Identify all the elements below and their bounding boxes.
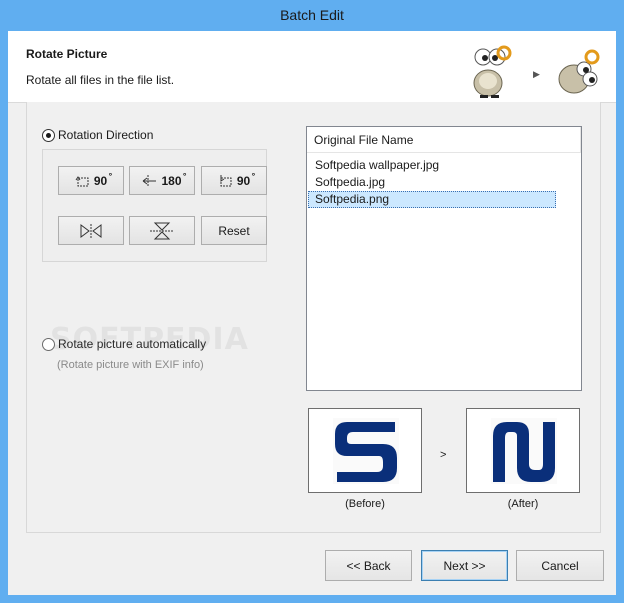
exif-note: (Rotate picture with EXIF info) (57, 359, 204, 371)
logo-before-image (333, 418, 399, 484)
before-label: (Before) (345, 498, 385, 510)
rotate-auto-label: Rotate picture automatically (58, 337, 207, 351)
list-item-selected[interactable]: Softpedia.png (308, 191, 556, 208)
rotation-direction-label: Rotation Direction (58, 128, 154, 142)
mascot-before-icon (473, 45, 512, 98)
arrow-right-icon: ▶ (533, 69, 540, 79)
preview-before (308, 408, 422, 493)
next-button[interactable]: Next >> (421, 550, 508, 581)
radio-indicator[interactable] (42, 128, 55, 142)
rotate-right-label: 90 (237, 171, 256, 188)
window-title: Batch Edit (280, 7, 344, 23)
after-label: (After) (507, 498, 539, 510)
reset-button[interactable]: Reset (201, 216, 267, 245)
list-item[interactable]: Softpedia wallpaper.jpg (308, 157, 556, 174)
rotate-left-label: 90 (94, 171, 113, 188)
preview-separator: > (440, 449, 447, 461)
file-list-header: Original File Name (307, 127, 581, 153)
flip-vertical-icon (150, 222, 174, 239)
rotate-left-icon (75, 175, 89, 186)
page-title: Rotate Picture (26, 47, 108, 61)
batch-edit-window: Batch Edit Rotate Picture Rotate all fil… (0, 0, 624, 603)
rotate-right-icon (220, 174, 232, 186)
column-header-filename[interactable]: Original File Name (307, 127, 581, 152)
rotate-180-icon (143, 174, 157, 187)
wizard-header: Rotate Picture Rotate all files in the f… (8, 31, 616, 103)
file-list[interactable]: Original File Name Softpedia wallpaper.j… (306, 126, 582, 391)
flip-horizontal-icon (80, 223, 102, 238)
back-button[interactable]: << Back (325, 550, 412, 581)
radio-indicator[interactable] (42, 337, 55, 351)
list-item[interactable]: Softpedia.jpg (308, 174, 556, 191)
rotate-left-90-button[interactable]: 90 (58, 166, 124, 195)
mascot-after-icon (558, 49, 600, 94)
rotation-button-group: 90 180 90 (42, 149, 267, 262)
cancel-button[interactable]: Cancel (516, 550, 604, 581)
rotate-180-label: 180 (161, 171, 186, 188)
rotation-direction-radio[interactable]: Rotation Direction (42, 128, 153, 142)
rotate-right-90-button[interactable]: 90 (201, 166, 267, 195)
flip-vertical-button[interactable] (129, 216, 195, 245)
preview-after (466, 408, 580, 493)
rotate-180-button[interactable]: 180 (129, 166, 195, 195)
logo-after-image (491, 418, 557, 484)
page-subtitle: Rotate all files in the file list. (26, 73, 175, 87)
file-list-items: Softpedia wallpaper.jpg Softpedia.jpg So… (307, 153, 581, 208)
rotate-auto-radio[interactable]: Rotate picture automatically (42, 337, 206, 351)
flip-horizontal-button[interactable] (58, 216, 124, 245)
